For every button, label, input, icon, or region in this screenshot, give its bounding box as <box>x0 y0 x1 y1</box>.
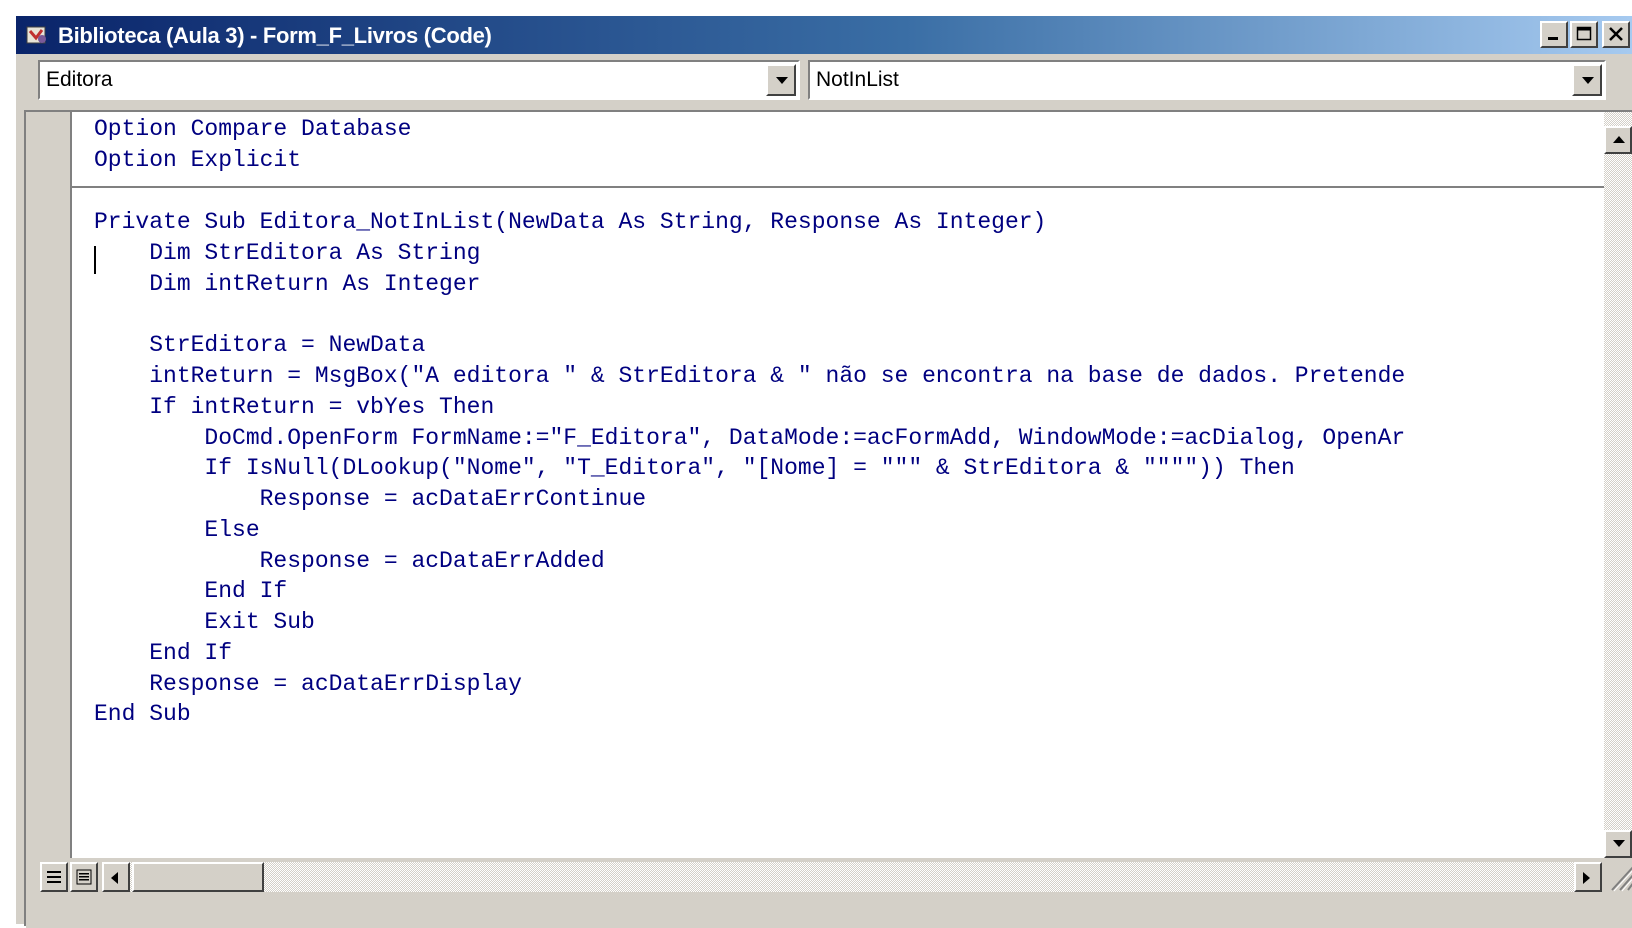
code-line[interactable]: intReturn = MsgBox("A editora " & StrEdi… <box>94 361 1405 392</box>
code-line[interactable]: Option Explicit <box>94 145 301 176</box>
code-line[interactable]: Dim StrEditora As String <box>94 238 480 269</box>
code-line[interactable]: If intReturn = vbYes Then <box>94 392 494 423</box>
code-window: Biblioteca (Aula 3) - Form_F_Livros (Cod… <box>14 14 1632 928</box>
code-line[interactable]: Exit Sub <box>94 607 314 638</box>
scroll-right-button[interactable] <box>1574 862 1602 892</box>
full-module-view-button[interactable] <box>70 862 98 892</box>
code-pane[interactable]: Option Compare Database Option Explicit … <box>72 112 1604 858</box>
code-line[interactable]: DoCmd.OpenForm FormName:="F_Editora", Da… <box>94 423 1405 454</box>
code-line[interactable]: StrEditora = NewData <box>94 330 425 361</box>
procedure-combo-value: NotInList <box>816 68 899 91</box>
horizontal-scroll-thumb[interactable] <box>132 862 264 892</box>
editor-status-bar <box>26 858 1632 928</box>
object-combo-value: Editora <box>46 68 113 91</box>
minimize-button[interactable] <box>1540 21 1568 48</box>
resize-grip-icon[interactable] <box>1606 860 1632 892</box>
procedure-separator <box>72 186 1604 188</box>
code-line[interactable]: Else <box>94 515 259 546</box>
code-line[interactable]: End If <box>94 638 232 669</box>
window-title: Biblioteca (Aula 3) - Form_F_Livros (Cod… <box>58 23 492 48</box>
code-line[interactable]: Response = acDataErrAdded <box>94 546 605 577</box>
maximize-button[interactable] <box>1570 21 1598 48</box>
title-bar[interactable]: Biblioteca (Aula 3) - Form_F_Livros (Cod… <box>16 16 1632 54</box>
code-line[interactable]: Dim intReturn As Integer <box>94 269 480 300</box>
code-line[interactable]: Response = acDataErrDisplay <box>94 669 522 700</box>
code-line[interactable]: If IsNull(DLookup("Nome", "T_Editora", "… <box>94 453 1294 484</box>
code-line[interactable]: Response = acDataErrContinue <box>94 484 646 515</box>
horizontal-scrollbar[interactable] <box>102 862 1602 892</box>
close-button[interactable] <box>1602 21 1630 48</box>
procedure-view-button[interactable] <box>40 862 68 892</box>
procedure-combo[interactable]: NotInList <box>808 60 1606 100</box>
scroll-down-button[interactable] <box>1604 830 1632 858</box>
code-line[interactable]: Option Compare Database <box>94 114 411 145</box>
object-combo[interactable]: Editora <box>38 60 800 100</box>
vba-module-icon <box>26 24 48 46</box>
vertical-scrollbar[interactable] <box>1604 112 1632 858</box>
scroll-left-button[interactable] <box>102 862 130 892</box>
code-editor: Option Compare Database Option Explicit … <box>24 110 1632 928</box>
code-line[interactable]: End If <box>94 576 287 607</box>
scroll-up-button[interactable] <box>1604 126 1632 154</box>
object-combo-dropdown[interactable] <box>766 64 796 96</box>
text-caret <box>94 246 96 274</box>
code-line[interactable]: Private Sub Editora_NotInList(NewData As… <box>94 207 1046 238</box>
margin-indicator-bar[interactable] <box>26 112 72 858</box>
procedure-combo-dropdown[interactable] <box>1572 64 1602 96</box>
code-line[interactable]: End Sub <box>94 699 191 730</box>
